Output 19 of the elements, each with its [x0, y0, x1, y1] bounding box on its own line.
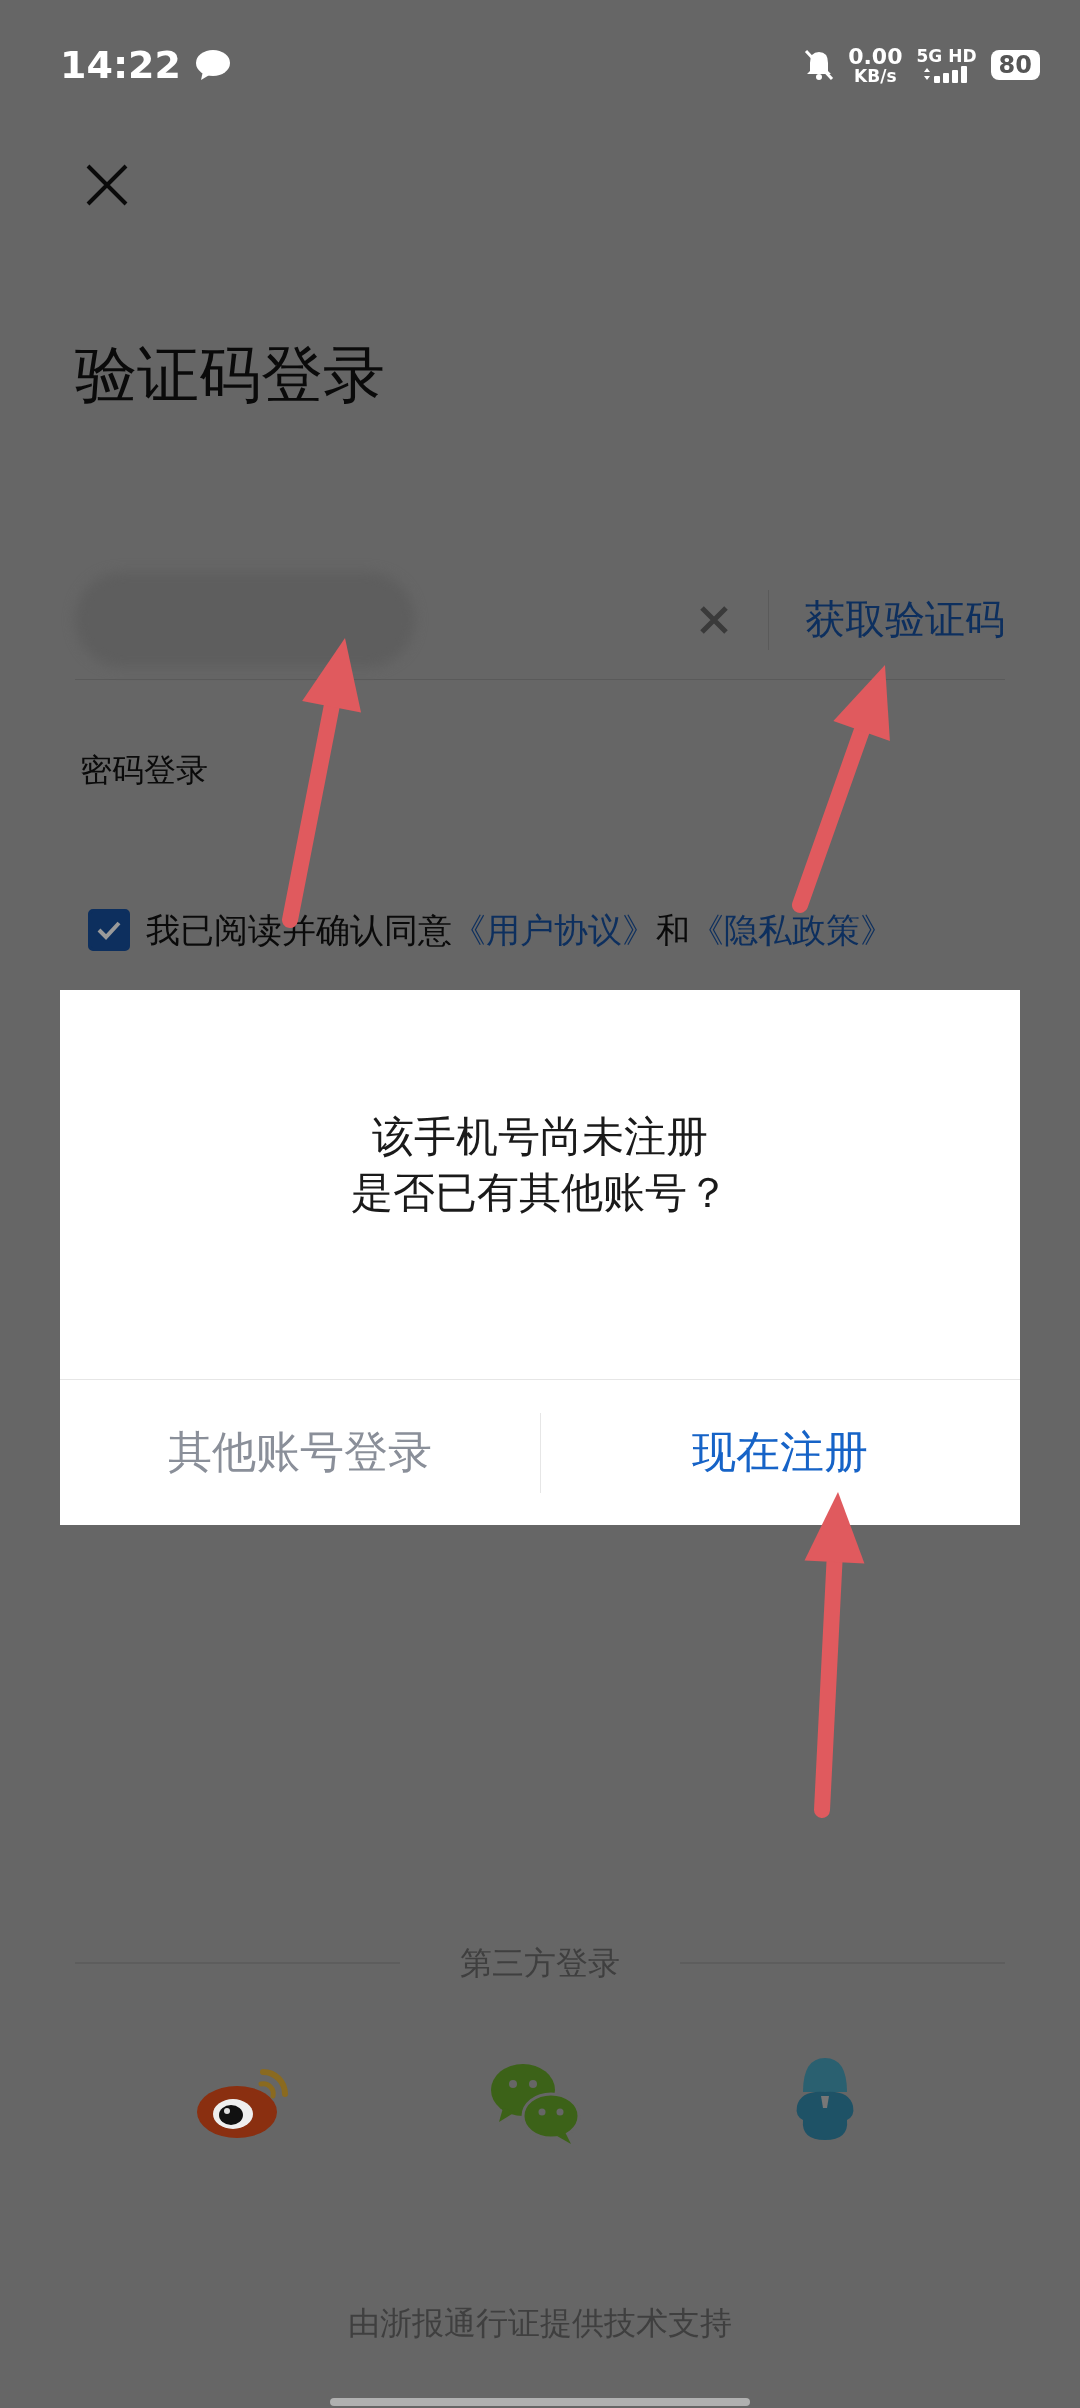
user-agreement-link[interactable]: 《用户协议》	[452, 910, 656, 950]
dialog-message: 是否已有其他账号？	[351, 1166, 729, 1219]
page-title: 验证码登录	[75, 337, 386, 413]
message-icon	[194, 49, 231, 81]
password-login-link[interactable]: 密码登录	[80, 748, 208, 792]
dialog-button[interactable]: 其他账号登录	[60, 1380, 540, 1525]
net-speed-unit: KB/s	[854, 67, 897, 85]
bell-muted-icon	[804, 49, 835, 81]
battery-level: 80	[990, 49, 1040, 81]
dialog-message: 该手机号尚未注册	[372, 1110, 708, 1163]
agreement-checkbox[interactable]	[88, 909, 130, 951]
get-code-button[interactable]: 获取验证码	[805, 592, 1005, 647]
net-speed: 0.00	[848, 45, 903, 68]
network-type: 5G	[916, 47, 943, 65]
hd-label: HD	[948, 47, 977, 65]
clock-time: 14:22	[60, 43, 181, 87]
dialog-button[interactable]: 现在注册	[540, 1380, 1020, 1525]
privacy-policy-link[interactable]: 《隐私政策》	[690, 910, 894, 950]
close-icon[interactable]	[85, 163, 129, 207]
